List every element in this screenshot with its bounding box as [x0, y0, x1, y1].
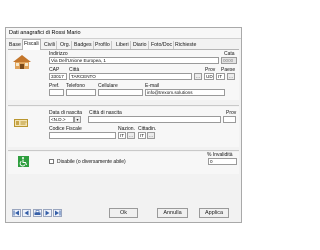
- divider: [8, 105, 239, 106]
- disability-panel: % Invalidità Disabile (o diversamente ab…: [8, 152, 239, 174]
- id-card-icon: [14, 119, 28, 127]
- last-icon: [55, 210, 61, 216]
- previous-record-button[interactable]: [22, 209, 31, 217]
- prov-input[interactable]: UD: [204, 73, 214, 80]
- last-record-button[interactable]: [53, 209, 62, 217]
- tab-liberi[interactable]: Liberi: [115, 41, 131, 49]
- date-dropdown-button[interactable]: ▾: [74, 116, 81, 123]
- title-bar: Dati anagrafici di Rossi Mario: [6, 28, 241, 39]
- data-nascita-input[interactable]: <N.D.>: [49, 116, 74, 123]
- citta-nascita-input[interactable]: [88, 116, 221, 123]
- prov-nascita-input[interactable]: [223, 116, 236, 123]
- tab-badges[interactable]: Badges: [73, 41, 94, 49]
- cittadin-lookup-button[interactable]: ...: [147, 132, 155, 139]
- paese-input[interactable]: IT: [216, 73, 225, 80]
- tab-diario[interactable]: Diario: [132, 41, 149, 49]
- pref-input[interactable]: [49, 89, 64, 96]
- accessibility-icon: [18, 156, 29, 167]
- telefono-input[interactable]: [66, 89, 96, 96]
- print-button[interactable]: [33, 209, 42, 217]
- indirizzo-input[interactable]: Via Dell'Unione Europea, 1: [49, 57, 219, 64]
- first-record-button[interactable]: [12, 209, 21, 217]
- house-icon: [13, 55, 31, 69]
- disabile-checkbox[interactable]: [49, 159, 54, 164]
- previous-icon: [24, 210, 29, 216]
- cata-input[interactable]: 0000: [221, 57, 237, 64]
- tab-bar: Base Fiscali Civili Org. Badges Profilo …: [8, 39, 239, 50]
- window-title: Dati anagrafici di Rossi Mario: [9, 30, 81, 36]
- citta-lookup-button[interactable]: ...: [194, 73, 202, 80]
- tab-org[interactable]: Org.: [59, 41, 73, 49]
- next-record-button[interactable]: [43, 209, 52, 217]
- tab-base[interactable]: Base: [8, 41, 23, 49]
- disabile-label: Disabile (o diversamente abile): [57, 159, 126, 165]
- applica-button[interactable]: Applica: [199, 208, 229, 218]
- tab-foto-doc[interactable]: Foto/Doc: [150, 41, 175, 49]
- first-icon: [13, 210, 19, 216]
- email-input[interactable]: info@trexom.solutions: [145, 89, 225, 96]
- cap-input[interactable]: 33017: [49, 73, 67, 80]
- footer-bar: Ok Annulla Applica: [6, 208, 241, 222]
- tab-profilo[interactable]: Profilo: [94, 41, 112, 49]
- ok-button[interactable]: Ok: [109, 208, 138, 218]
- paese-lookup-button[interactable]: ...: [227, 73, 235, 80]
- next-icon: [45, 210, 50, 216]
- invalidita-input[interactable]: 0: [208, 158, 237, 165]
- address-panel: Indirizzo Cata Via Dell'Unione Europea, …: [8, 50, 239, 100]
- tab-richieste[interactable]: Richieste: [174, 41, 197, 49]
- birth-panel: Data di nascita Città di nascita Prov <N…: [8, 107, 239, 147]
- cittadin-input[interactable]: IT: [138, 132, 146, 139]
- tab-fiscali[interactable]: Fiscali: [22, 39, 41, 50]
- nazion-input[interactable]: IT: [118, 132, 126, 139]
- cellulare-input[interactable]: [98, 89, 143, 96]
- tab-civili[interactable]: Civili: [43, 41, 57, 49]
- annulla-button[interactable]: Annulla: [157, 208, 188, 218]
- citta-input[interactable]: TARCENTO: [69, 73, 192, 80]
- dialog-window: Dati anagrafici di Rossi Mario Base Fisc…: [5, 27, 242, 223]
- nazion-lookup-button[interactable]: ...: [127, 132, 135, 139]
- printer-icon: [34, 210, 41, 215]
- codice-fiscale-input[interactable]: [49, 132, 116, 139]
- divider: [8, 150, 239, 151]
